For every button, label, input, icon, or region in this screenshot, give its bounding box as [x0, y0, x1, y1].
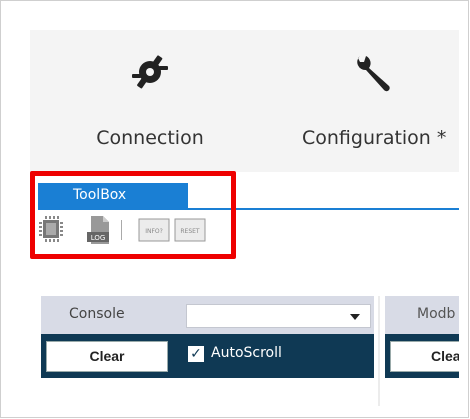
ribbon: Connection Configuration * — [30, 30, 459, 172]
toolbar-separator — [121, 220, 122, 240]
plug-connection-icon — [132, 55, 168, 89]
toolbox-tabstrip: ToolBox — [30, 172, 459, 212]
reset-icon-text: RESET — [180, 228, 200, 235]
toolbox-toolbar: LOG INFO? RESET — [38, 214, 238, 248]
console-port-select[interactable] — [186, 304, 371, 328]
log-file-icon[interactable]: LOG — [83, 214, 115, 246]
tab-underline — [38, 208, 459, 210]
info-icon-text: INFO? — [145, 228, 163, 235]
chevron-down-icon[interactable] — [350, 314, 360, 320]
autoscroll-checkbox[interactable]: ✓ — [188, 346, 204, 362]
bottom-panels: Console Clear ✓ AutoScroll Modb Clea — [41, 296, 459, 406]
wrench-icon — [357, 56, 390, 92]
panel-divider[interactable] — [378, 296, 380, 406]
chip-icon[interactable] — [38, 214, 64, 244]
log-icon-text: LOG — [91, 234, 106, 242]
info-button-icon[interactable]: INFO? — [138, 218, 170, 244]
configuration-button[interactable]: Configuration * — [294, 30, 459, 172]
connection-button[interactable]: Connection — [80, 30, 220, 172]
tab-toolbox[interactable]: ToolBox — [38, 183, 188, 208]
connection-label: Connection — [96, 127, 204, 149]
autoscroll-label: AutoScroll — [211, 345, 282, 361]
console-clear-button[interactable]: Clear — [46, 341, 168, 372]
console-header: Console — [41, 296, 374, 334]
modbus-header: Modb — [385, 296, 459, 334]
modbus-toolbar: Clea — [385, 334, 459, 378]
console-toolbar: Clear ✓ AutoScroll — [41, 334, 374, 378]
console-title: Console — [69, 306, 125, 322]
configuration-label: Configuration * — [302, 127, 447, 149]
modbus-clear-button[interactable]: Clea — [390, 341, 459, 372]
reset-button-icon[interactable]: RESET — [174, 218, 206, 244]
modbus-title: Modb — [417, 306, 456, 322]
